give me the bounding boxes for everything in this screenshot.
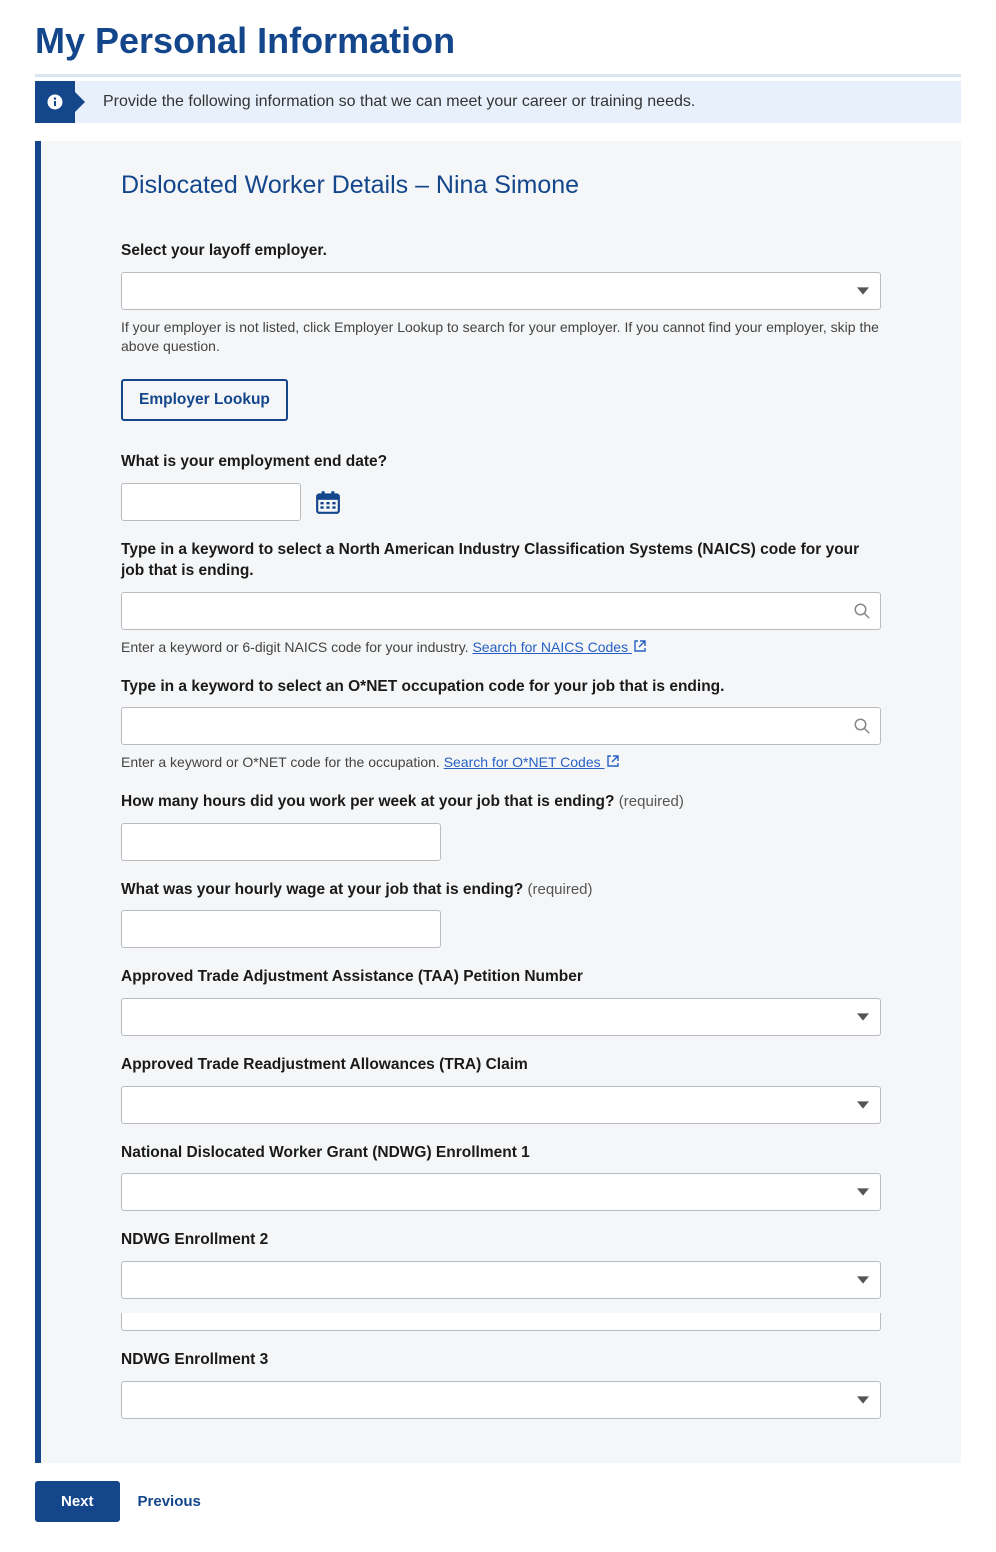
calendar-icon xyxy=(315,489,341,515)
required-tag: (required) xyxy=(619,793,684,810)
naics-input[interactable] xyxy=(121,592,881,630)
onet-input[interactable] xyxy=(121,707,881,745)
required-tag: (required) xyxy=(527,881,592,898)
form-panel: Dislocated Worker Details – Nina Simone … xyxy=(35,141,961,1463)
ndwg1-label: National Dislocated Worker Grant (NDWG) … xyxy=(121,1142,881,1164)
hours-input[interactable] xyxy=(121,823,441,861)
external-link-icon xyxy=(605,754,619,770)
taa-label: Approved Trade Adjustment Assistance (TA… xyxy=(121,966,881,988)
employer-lookup-button[interactable]: Employer Lookup xyxy=(121,379,288,421)
naics-label: Type in a keyword to select a North Amer… xyxy=(121,539,881,582)
employer-label: Select your layoff employer. xyxy=(121,240,881,262)
onet-label: Type in a keyword to select an O*NET occ… xyxy=(121,676,881,698)
end-date-input[interactable] xyxy=(121,483,301,521)
tra-label: Approved Trade Readjustment Allowances (… xyxy=(121,1054,881,1076)
employer-hint: If your employer is not listed, click Em… xyxy=(121,318,881,357)
employer-select[interactable] xyxy=(121,272,881,310)
wage-label: What was your hourly wage at your job th… xyxy=(121,879,881,901)
next-button[interactable]: Next xyxy=(35,1481,120,1522)
info-icon xyxy=(35,81,75,123)
naics-hint: Enter a keyword or 6-digit NAICS code fo… xyxy=(121,638,881,658)
calendar-button[interactable] xyxy=(315,489,341,515)
info-banner: Provide the following information so tha… xyxy=(35,81,961,123)
wage-input[interactable] xyxy=(121,910,441,948)
partial-box-fragment xyxy=(121,1313,881,1331)
hours-label: How many hours did you work per week at … xyxy=(121,791,881,813)
ndwg2-label: NDWG Enrollment 2 xyxy=(121,1229,881,1251)
end-date-label: What is your employment end date? xyxy=(121,451,881,473)
tra-select[interactable] xyxy=(121,1086,881,1124)
ndwg1-select[interactable] xyxy=(121,1173,881,1211)
naics-search-link[interactable]: Search for NAICS Codes xyxy=(472,639,646,655)
external-link-icon xyxy=(632,639,646,655)
ndwg3-select[interactable] xyxy=(121,1381,881,1419)
onet-hint: Enter a keyword or O*NET code for the oc… xyxy=(121,753,881,773)
section-title: Dislocated Worker Details – Nina Simone xyxy=(121,171,881,200)
ndwg3-label: NDWG Enrollment 3 xyxy=(121,1349,881,1371)
previous-button[interactable]: Previous xyxy=(138,1493,201,1510)
page-title: My Personal Information xyxy=(35,20,961,62)
info-banner-text: Provide the following information so tha… xyxy=(75,81,715,123)
onet-search-link[interactable]: Search for O*NET Codes xyxy=(444,754,619,770)
taa-select[interactable] xyxy=(121,998,881,1036)
ndwg2-select[interactable] xyxy=(121,1261,881,1299)
title-divider xyxy=(35,74,961,77)
action-bar: Next Previous xyxy=(35,1481,961,1522)
